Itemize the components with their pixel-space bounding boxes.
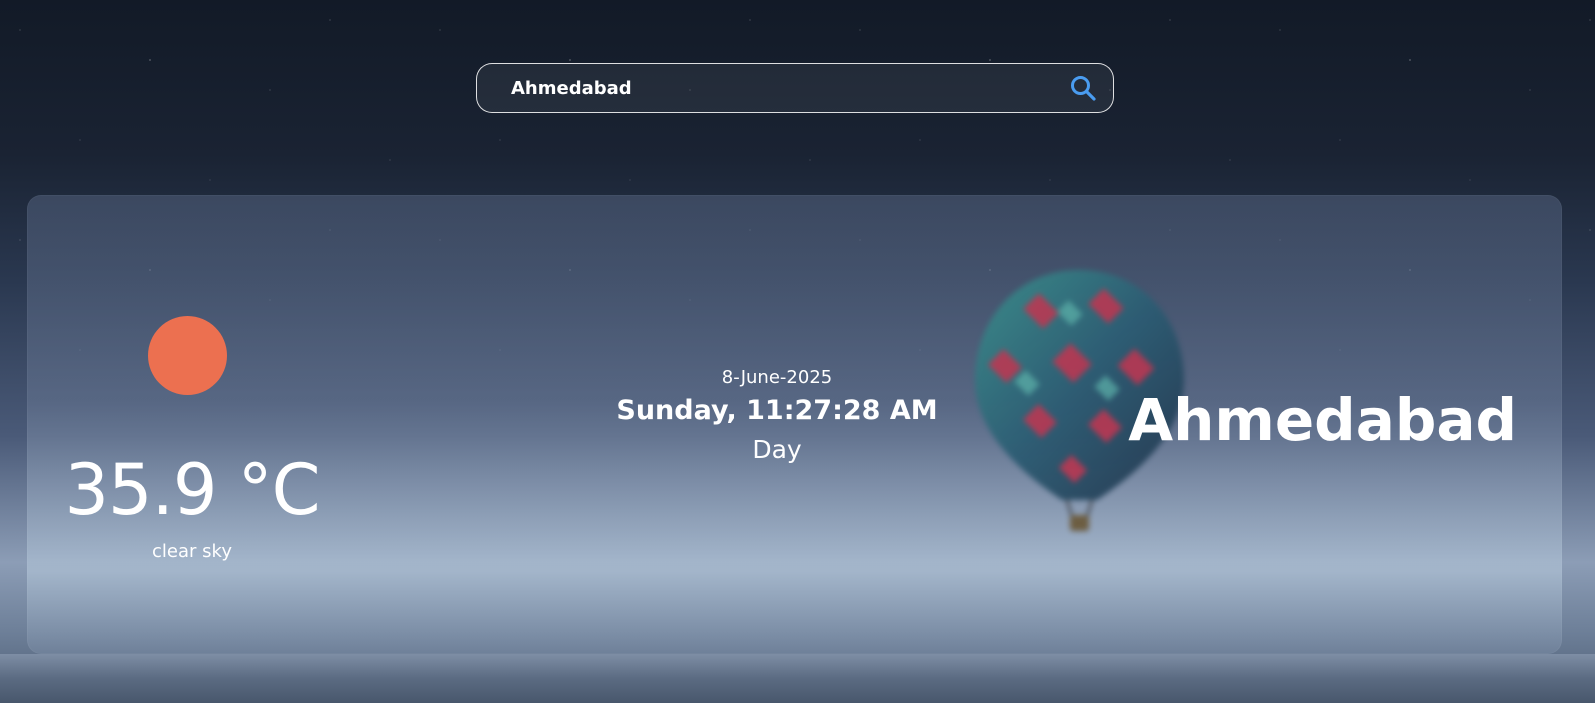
city-name: Ahmedabad [1128,386,1517,454]
weather-condition: clear sky [152,541,232,562]
date-time-block: 8-June-2025 Sunday, 11:27:28 AM Day [587,367,967,467]
weather-card: 35.9 °C clear sky 8-June-2025 Sunday, 11… [27,195,1562,654]
search-bar [476,63,1114,113]
sun-icon [148,316,227,395]
sea-background [0,654,1595,703]
day-period-text: Day [752,435,802,464]
day-time-text: Sunday, 11:27:28 AM [616,395,938,426]
search-input[interactable] [477,63,1053,113]
temperature-value: 35.9 °C [64,449,321,531]
search-button[interactable] [1053,64,1113,112]
date-text: 8-June-2025 [721,367,833,388]
search-icon [1071,76,1096,101]
